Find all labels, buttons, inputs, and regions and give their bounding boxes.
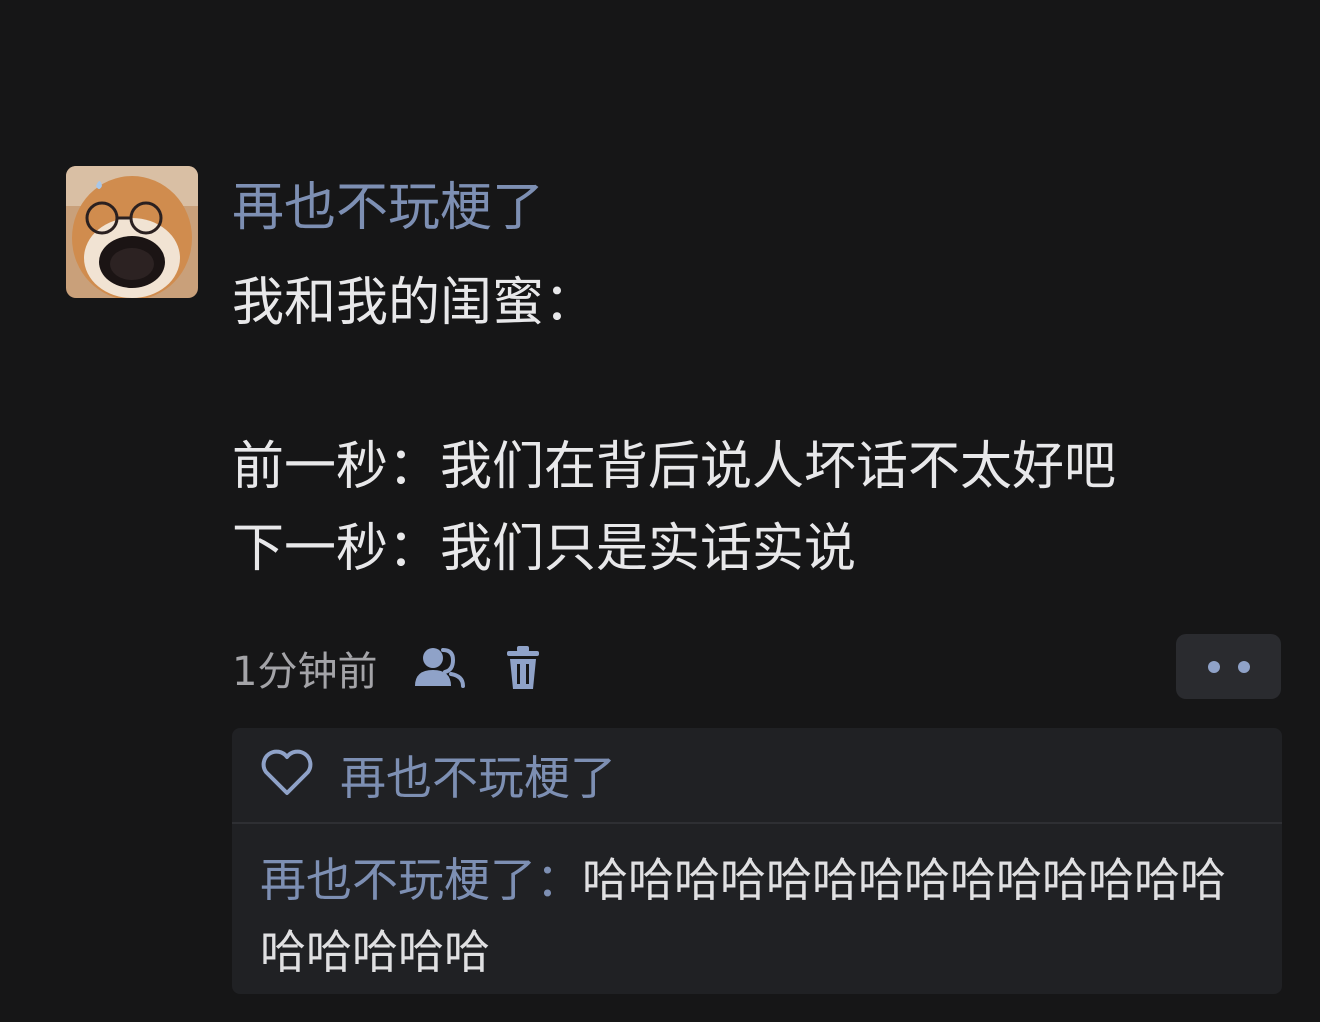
likes-comments-panel: 再也不玩梗了 再也不玩梗了：哈哈哈哈哈哈哈哈哈哈哈哈哈哈哈哈哈哈哈 [232, 728, 1282, 994]
comment-item[interactable]: 再也不玩梗了：哈哈哈哈哈哈哈哈哈哈哈哈哈哈哈哈哈哈哈 [232, 824, 1282, 988]
post-meta: 1分钟前 [232, 640, 543, 696]
comment-author[interactable]: 再也不玩梗了 [260, 853, 536, 907]
more-dots-icon [1207, 660, 1250, 673]
liked-by-name[interactable]: 再也不玩梗了 [340, 742, 616, 808]
post-line: 我和我的闺蜜： [232, 273, 597, 333]
trash-icon[interactable] [503, 645, 543, 691]
comment-separator: ： [536, 853, 582, 907]
more-options-button[interactable] [1176, 634, 1281, 699]
post-line: 下一秒：我们只是实话实说 [232, 519, 857, 579]
post-timestamp: 1分钟前 [232, 649, 378, 695]
avatar[interactable] [66, 166, 198, 298]
post-username[interactable]: 再也不玩梗了 [232, 176, 544, 240]
post-line: 前一秒：我们在背后说人坏话不太好吧 [232, 437, 1117, 497]
likes-row: 再也不玩梗了 [232, 728, 1282, 824]
friends-visibility-icon[interactable] [413, 646, 466, 690]
heart-outline-icon[interactable] [260, 749, 314, 801]
post-line [232, 344, 1116, 426]
post-content: 我和我的闺蜜： 前一秒：我们在背后说人坏话不太好吧 下一秒：我们只是实话实说 [232, 262, 1116, 590]
